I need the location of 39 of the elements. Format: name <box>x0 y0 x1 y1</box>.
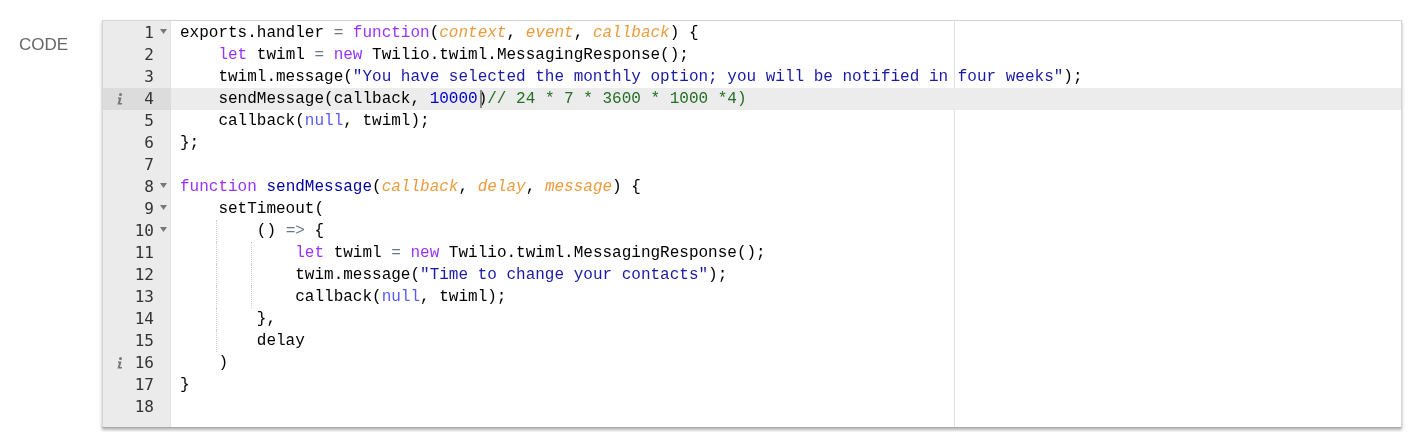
line-number: 14 <box>134 308 154 330</box>
code-line: callback(null, twiml); <box>217 111 430 132</box>
line-number: 13 <box>134 286 154 308</box>
code-line: twim.message("Time to change your contacts"); <box>294 265 728 286</box>
fold-arrow-icon[interactable] <box>160 29 167 34</box>
line-number: 15 <box>134 330 154 352</box>
code-line: function sendMessage(callback, delay, message) { <box>180 177 641 198</box>
line-number: 8 <box>144 176 154 198</box>
line-number: 18 <box>134 396 154 418</box>
field-label: CODE <box>19 35 69 54</box>
fold-arrow-icon[interactable] <box>160 205 167 210</box>
line-number: 9 <box>144 198 154 220</box>
line-number: 12 <box>134 264 154 286</box>
code-line: setTimeout( <box>217 199 325 220</box>
line-number: 6 <box>144 132 154 154</box>
line-number: 10 <box>134 220 154 242</box>
code-line: ) <box>217 353 228 374</box>
line-number: 7 <box>144 154 154 176</box>
code-editor[interactable] <box>102 20 1402 428</box>
code-line: }; <box>180 133 200 154</box>
line-number: 2 <box>144 44 154 66</box>
line-number: 11 <box>134 242 154 264</box>
line-number: 3 <box>144 66 154 88</box>
line-number: 16 <box>134 352 154 374</box>
code-line: let twiml = new Twilio.twiml.MessagingResponse(); <box>217 45 689 66</box>
code-line: } <box>180 375 190 396</box>
fold-arrow-icon[interactable] <box>160 183 167 188</box>
line-number: 17 <box>134 374 154 396</box>
fold-arrow-icon[interactable] <box>160 227 167 232</box>
code-line: twiml.message("You have selected the monthly option; you will be notified in four weeks"); <box>217 67 1083 88</box>
code-line: delay <box>255 331 305 352</box>
line-number: 5 <box>144 110 154 132</box>
line-number: 1 <box>144 22 154 44</box>
code-line: () => { <box>255 221 325 242</box>
code-line: }, <box>255 309 276 330</box>
code-line: exports.handler = function(context, event, callback) { <box>180 23 699 44</box>
line-number: 4 <box>144 88 154 110</box>
code-line: let twiml = new Twilio.twiml.MessagingResponse(); <box>294 243 766 264</box>
code-line: callback(null, twiml); <box>294 287 507 308</box>
